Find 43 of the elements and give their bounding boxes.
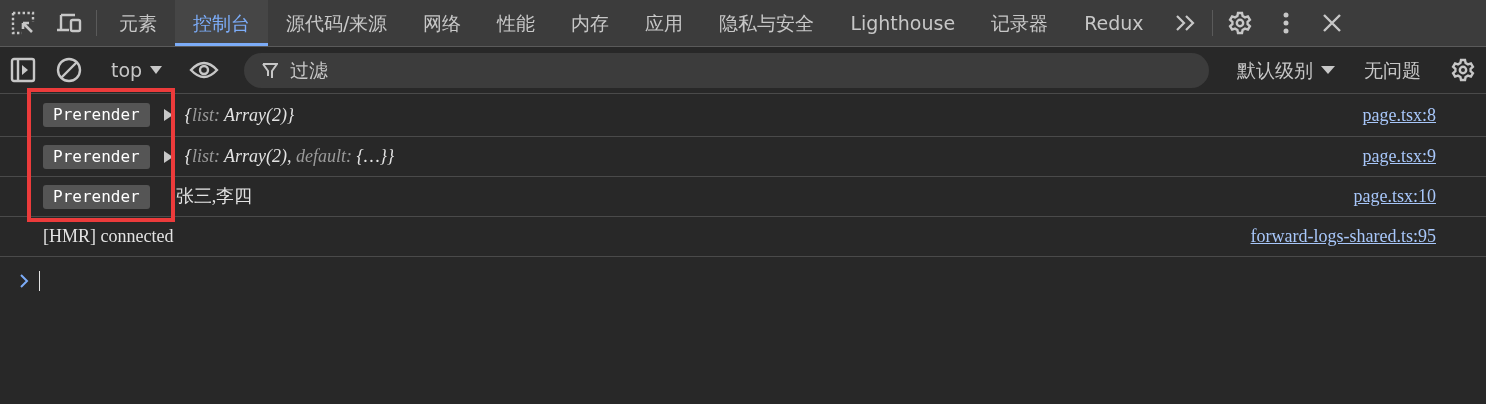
prerender-badge: Prerender: [43, 103, 150, 127]
panel-tab[interactable]: 内存: [553, 0, 628, 46]
more-options-icon[interactable]: [1282, 12, 1289, 34]
text-cursor: [39, 271, 40, 291]
inspect-icon[interactable]: [11, 11, 35, 35]
issues-button[interactable]: 无问题: [1354, 55, 1431, 85]
source-link[interactable]: page.tsx:8: [1362, 101, 1436, 129]
panel-tab[interactable]: 元素: [101, 0, 175, 46]
panel-tab[interactable]: 应用: [627, 0, 702, 46]
panel-tab[interactable]: 隐私与安全: [701, 0, 833, 46]
expand-arrow-icon[interactable]: [163, 109, 173, 121]
expand-arrow-icon[interactable]: [163, 150, 173, 163]
prerender-badge: Prerender: [43, 184, 150, 209]
source-link[interactable]: forward-logs-shared.ts:95: [1250, 223, 1436, 250]
context-dropdown[interactable]: top: [101, 55, 173, 85]
log-message: {list: Array(2), default: {…}}: [184, 145, 395, 168]
source-link[interactable]: page.tsx:9: [1362, 143, 1436, 170]
log-message: [HMR] connected: [43, 225, 174, 248]
panel-tab[interactable]: 控制台: [175, 0, 268, 46]
panel-tab[interactable]: 性能: [479, 0, 554, 46]
log-levels-dropdown[interactable]: 默认级别: [1227, 55, 1345, 85]
more-tabs-icon[interactable]: [1173, 13, 1196, 33]
settings-icon[interactable]: [1227, 11, 1252, 35]
prompt-chevron-icon: [20, 274, 29, 288]
filter-icon: [262, 61, 279, 80]
caret-icon: [1321, 65, 1335, 75]
panel-tab[interactable]: 记录器: [973, 0, 1067, 46]
prerender-badge: Prerender: [43, 144, 150, 169]
panel-tab[interactable]: 源代码/来源: [268, 0, 406, 46]
close-icon[interactable]: [1321, 13, 1342, 33]
panel-tab[interactable]: 网络: [405, 0, 480, 46]
settings-icon[interactable]: [1451, 58, 1475, 82]
filter-field[interactable]: 过滤: [244, 52, 1209, 88]
panel-tab[interactable]: Redux: [1066, 0, 1162, 46]
sidebar-toggle-icon[interactable]: [10, 57, 36, 83]
eye-icon[interactable]: [189, 60, 220, 80]
source-link[interactable]: page.tsx:10: [1353, 183, 1436, 210]
caret-icon: [150, 65, 163, 75]
device-toolbar-icon[interactable]: [56, 11, 82, 35]
clear-console-icon[interactable]: [56, 57, 82, 83]
panel-tab[interactable]: Lighthouse: [832, 0, 974, 46]
log-message: {list: Array(2)}: [184, 103, 295, 127]
log-message: 张三,李四: [175, 185, 253, 208]
